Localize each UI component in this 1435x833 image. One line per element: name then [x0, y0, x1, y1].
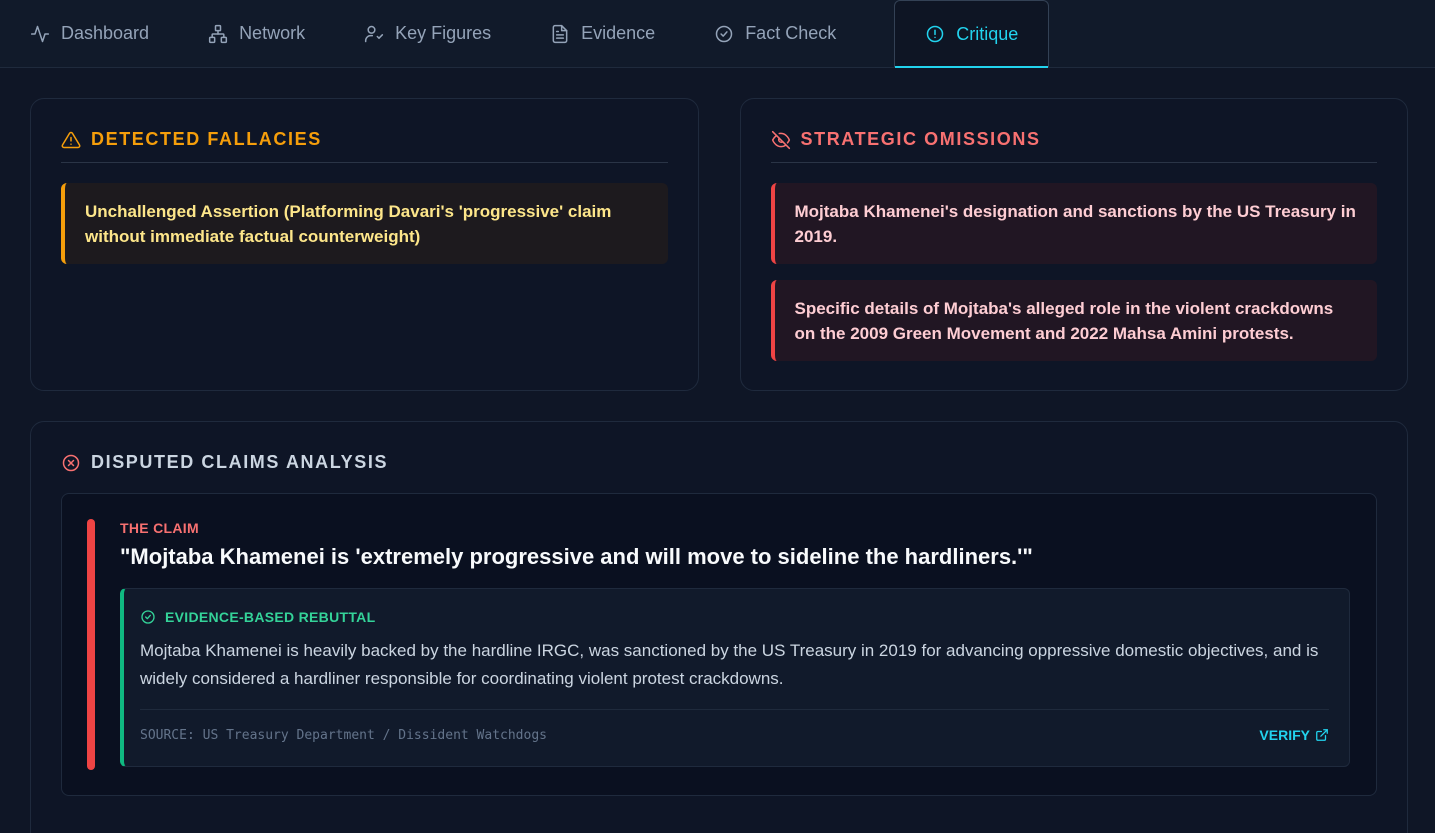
- claim-text: "Mojtaba Khamenei is 'extremely progress…: [120, 544, 1033, 569]
- panel-header: DETECTED FALLACIES: [61, 129, 668, 163]
- rebuttal-label: EVIDENCE-BASED REBUTTAL: [165, 609, 376, 625]
- fallacies-panel: DETECTED FALLACIES Unchallenged Assertio…: [30, 98, 699, 391]
- app-root: Dashboard Network Key Figures Evidence F…: [0, 0, 1435, 833]
- tab-label: Network: [239, 23, 306, 43]
- disputed-claims-panel: DISPUTED CLAIMS ANALYSIS THE CLAIM "Mojt…: [30, 421, 1408, 833]
- tab-evidence[interactable]: Evidence: [550, 0, 684, 67]
- tab-network[interactable]: Network: [208, 0, 334, 67]
- tab-label: Fact Check: [745, 23, 837, 43]
- fallacy-item: Unchallenged Assertion (Platforming Dava…: [61, 183, 668, 264]
- rebuttal-footer: SOURCE: US Treasury Department / Disside…: [140, 710, 1329, 743]
- external-link-icon: [1315, 728, 1329, 742]
- tab-label: Dashboard: [61, 23, 150, 43]
- claim-severity-bar: [87, 519, 95, 770]
- file-text-icon: [550, 24, 570, 44]
- panel-title: DETECTED FALLACIES: [91, 129, 322, 149]
- rebuttal-header: EVIDENCE-BASED REBUTTAL: [140, 609, 1329, 625]
- user-check-icon: [364, 24, 384, 44]
- rebuttal-box: EVIDENCE-BASED REBUTTAL Mojtaba Khamenei…: [120, 588, 1350, 767]
- check-circle-icon: [140, 609, 156, 625]
- claim-label: THE CLAIM: [120, 520, 199, 536]
- omissions-panel: STRATEGIC OMISSIONS Mojtaba Khamenei's d…: [739, 98, 1408, 391]
- source-text: SOURCE: US Treasury Department / Disside…: [140, 727, 547, 743]
- panel-header: DISPUTED CLAIMS ANALYSIS: [61, 452, 1377, 473]
- tab-fact-check[interactable]: Fact Check: [714, 0, 865, 67]
- network-icon: [208, 24, 228, 44]
- tab-label: Evidence: [581, 23, 656, 43]
- eye-off-icon: [771, 130, 791, 150]
- rebuttal-text: Mojtaba Khamenei is heavily backed by th…: [140, 637, 1329, 710]
- warning-triangle-icon: [61, 130, 81, 150]
- panel-title: DISPUTED CLAIMS ANALYSIS: [91, 452, 389, 472]
- panel-title: STRATEGIC OMISSIONS: [800, 129, 1041, 149]
- top-row: DETECTED FALLACIES Unchallenged Assertio…: [0, 68, 1435, 391]
- tab-key-figures[interactable]: Key Figures: [364, 0, 520, 67]
- alert-circle-icon: [925, 24, 945, 44]
- panel-header: STRATEGIC OMISSIONS: [770, 129, 1377, 163]
- x-circle-icon: [61, 453, 81, 473]
- tab-dashboard[interactable]: Dashboard: [30, 0, 178, 67]
- verify-link[interactable]: VERIFY: [1259, 727, 1329, 743]
- verify-label: VERIFY: [1259, 727, 1310, 743]
- omission-item: Mojtaba Khamenei's designation and sanct…: [770, 183, 1377, 264]
- tab-critique[interactable]: Critique: [894, 0, 1050, 68]
- omission-item: Specific details of Mojtaba's alleged ro…: [770, 280, 1377, 361]
- tab-bar: Dashboard Network Key Figures Evidence F…: [0, 0, 1435, 68]
- claim-card: THE CLAIM "Mojtaba Khamenei is 'extremel…: [61, 493, 1377, 796]
- check-circle-icon: [714, 24, 734, 44]
- tab-label: Critique: [956, 23, 1019, 44]
- activity-icon: [30, 24, 50, 44]
- tab-label: Key Figures: [395, 23, 492, 43]
